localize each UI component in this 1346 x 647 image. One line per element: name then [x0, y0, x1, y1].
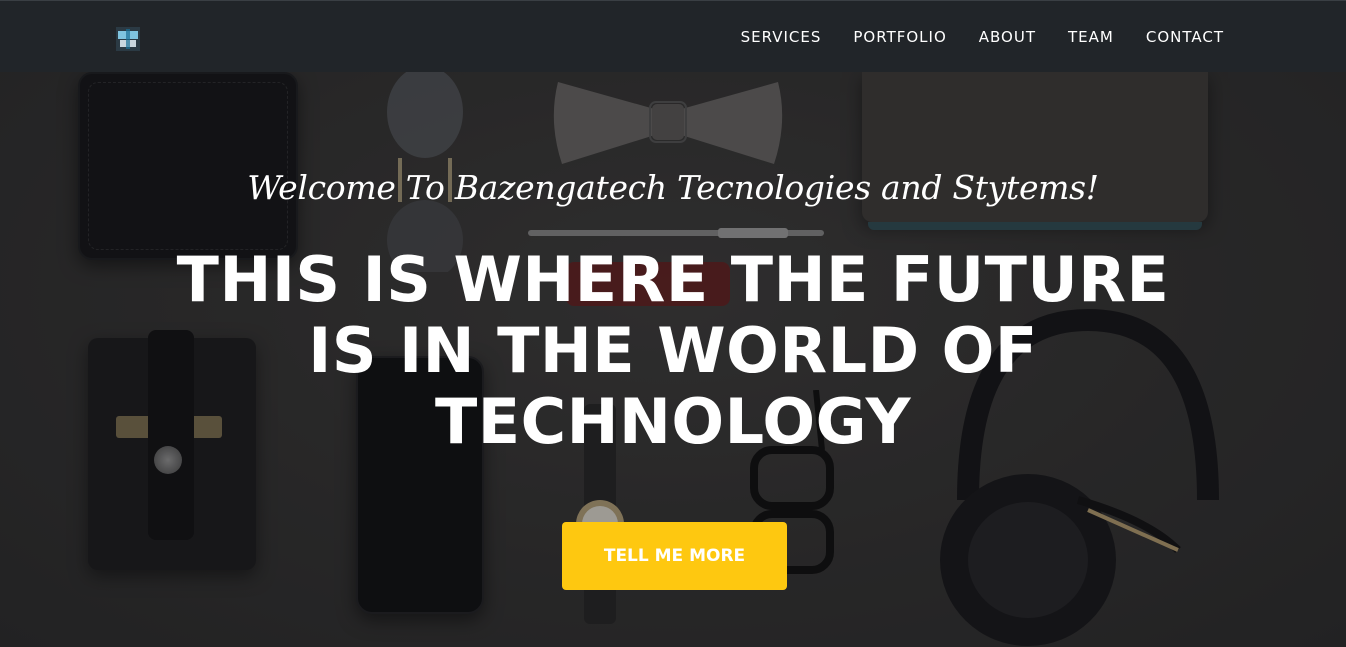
hero-heading-line: TECHNOLOGY	[434, 385, 912, 458]
nav-link-team[interactable]: TEAM	[1052, 1, 1130, 73]
nav-link-portfolio[interactable]: PORTFOLIO	[837, 1, 962, 73]
hero-welcome-text: Welcome To Bazengatech Tecnologies and S…	[247, 168, 1099, 207]
nav-link-services[interactable]: SERVICES	[725, 1, 838, 73]
hero-heading: THIS IS WHERE THE FUTURE IS IN THE WORLD…	[113, 244, 1233, 457]
hero-heading-line: IS IN THE WORLD OF	[308, 314, 1038, 387]
company-logo-icon[interactable]	[116, 27, 140, 51]
tell-me-more-button[interactable]: TELL ME MORE	[562, 522, 787, 590]
hero-heading-line: THIS IS WHERE THE FUTURE	[176, 243, 1170, 316]
nav-link-contact[interactable]: CONTACT	[1130, 1, 1224, 73]
nav-menu: SERVICES PORTFOLIO ABOUT TEAM CONTACT	[725, 1, 1224, 73]
top-navbar: SERVICES PORTFOLIO ABOUT TEAM CONTACT	[0, 0, 1346, 72]
nav-link-about[interactable]: ABOUT	[963, 1, 1052, 73]
